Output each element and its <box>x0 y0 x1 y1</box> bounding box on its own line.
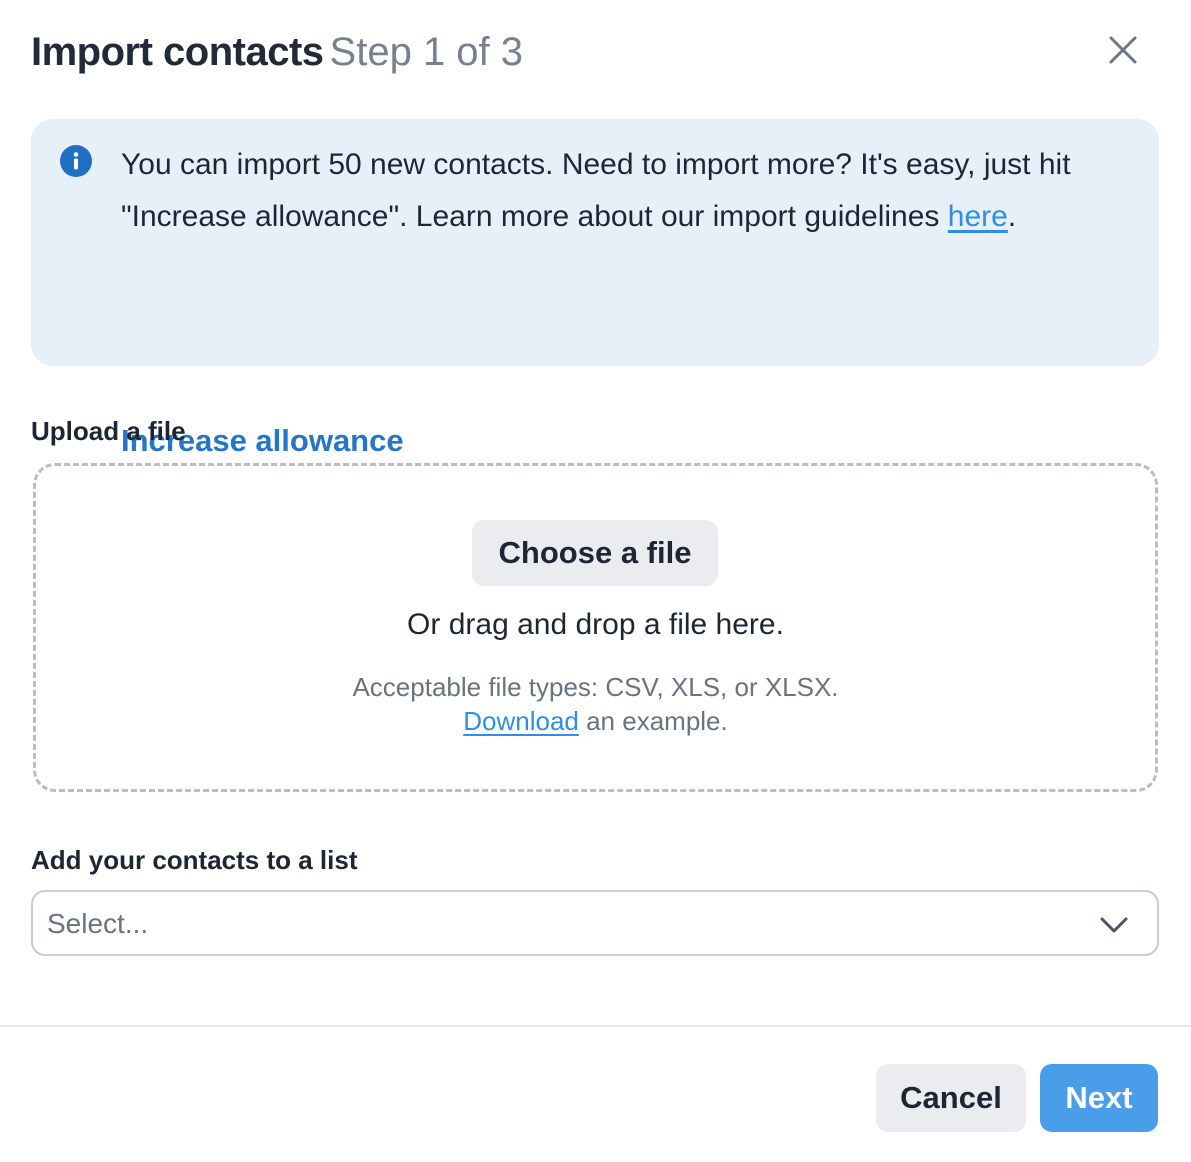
info-message: You can import 50 new contacts. Need to … <box>121 139 1111 243</box>
upload-label: Upload a file <box>31 416 186 446</box>
cancel-button[interactable]: Cancel <box>876 1064 1026 1132</box>
close-icon <box>1109 36 1137 64</box>
example-suffix: an example. <box>578 706 728 736</box>
step-indicator: Step 1 of 3 <box>329 30 524 74</box>
close-button[interactable] <box>1101 28 1145 72</box>
next-button[interactable]: Next <box>1040 1064 1158 1132</box>
title-text: Import contacts <box>31 30 324 74</box>
contact-list-select[interactable]: Select... <box>31 890 1159 956</box>
list-label: Add your contacts to a list <box>31 845 358 875</box>
choose-file-button[interactable]: Choose a file <box>472 520 718 586</box>
chevron-down-icon <box>1100 917 1128 933</box>
guidelines-link[interactable]: here <box>948 200 1008 233</box>
footer-divider <box>0 1025 1191 1027</box>
info-message-text: You can import 50 new contacts. Need to … <box>121 148 1071 233</box>
file-types-text: Acceptable file types: CSV, XLS, or XLSX… <box>352 672 839 702</box>
download-example-line: Download an example. <box>0 706 1191 737</box>
dialog-title: Import contacts Step 1 of 3 <box>31 28 1151 76</box>
dialog-header: Import contacts Step 1 of 3 <box>31 28 1151 78</box>
select-placeholder: Select... <box>47 908 149 939</box>
import-contacts-dialog: Import contacts Step 1 of 3 You can impor… <box>0 0 1191 1162</box>
download-example-link[interactable]: Download <box>463 706 579 736</box>
drag-drop-text: Or drag and drop a file here. <box>407 608 784 641</box>
info-message-end: . <box>1007 200 1017 233</box>
info-icon <box>60 145 92 177</box>
info-banner: You can import 50 new contacts. Need to … <box>31 119 1159 458</box>
